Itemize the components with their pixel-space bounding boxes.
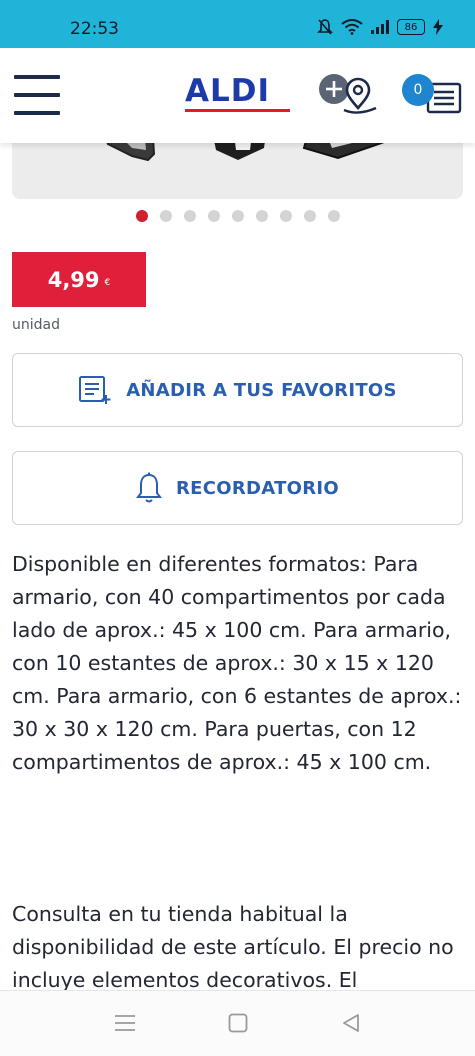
status-time: 22:53 [70, 19, 119, 39]
list-count-badge: 0 [402, 74, 434, 106]
menu-button[interactable] [14, 73, 60, 117]
bell-icon [135, 472, 162, 503]
carousel-dot[interactable] [232, 210, 244, 222]
status-bar: 22:53 86 [0, 0, 475, 48]
carousel-dot[interactable] [256, 210, 268, 222]
price-tag: 4,99 € [12, 252, 146, 307]
carousel-dot[interactable] [304, 210, 316, 222]
carousel-dot[interactable] [136, 210, 148, 222]
battery-icon: 86 [397, 19, 425, 35]
price-amount: 4,99 [47, 267, 100, 292]
logo-text: ALDI [185, 73, 271, 109]
carousel-dot[interactable] [160, 210, 172, 222]
add-to-favorites-button[interactable]: AÑADIR A TUS FAVORITOS [12, 353, 463, 427]
mute-icon [317, 19, 333, 35]
back-icon[interactable] [342, 1013, 360, 1033]
charging-icon [433, 19, 443, 35]
status-icons: 86 [317, 18, 443, 36]
price-currency: € [104, 277, 111, 288]
carousel-indicators [136, 210, 340, 222]
product-description: Disponible en diferentes formatos: Para … [12, 552, 462, 774]
store-locator-icon [319, 74, 377, 114]
store-locator-button[interactable] [318, 72, 382, 118]
reminder-button[interactable]: RECORDATORIO [12, 451, 463, 525]
menu-icon-bar [14, 111, 60, 115]
carousel-dot[interactable] [328, 210, 340, 222]
carousel-dot[interactable] [184, 210, 196, 222]
availability-note: Consulta en tu tienda habitual la dispon… [12, 902, 454, 990]
home-icon[interactable] [228, 1013, 248, 1033]
reminder-label: RECORDATORIO [175, 477, 340, 499]
wifi-icon [341, 19, 363, 35]
signal-icon [371, 20, 389, 34]
logo-underline [185, 109, 290, 112]
price-unit: unidad [12, 317, 60, 333]
menu-icon-bar [14, 75, 60, 79]
add-to-favorites-label: AÑADIR A TUS FAVORITOS [126, 379, 397, 401]
app-header: ALDI 0 [0, 48, 475, 143]
carousel-dot[interactable] [280, 210, 292, 222]
aldi-logo[interactable]: ALDI [185, 74, 290, 114]
recents-icon[interactable] [114, 1013, 136, 1033]
system-nav-bar [0, 990, 475, 1056]
shopping-list-button[interactable]: 0 [402, 74, 464, 120]
carousel-dot[interactable] [208, 210, 220, 222]
menu-icon-bar [14, 93, 60, 97]
add-to-list-icon [79, 376, 111, 404]
